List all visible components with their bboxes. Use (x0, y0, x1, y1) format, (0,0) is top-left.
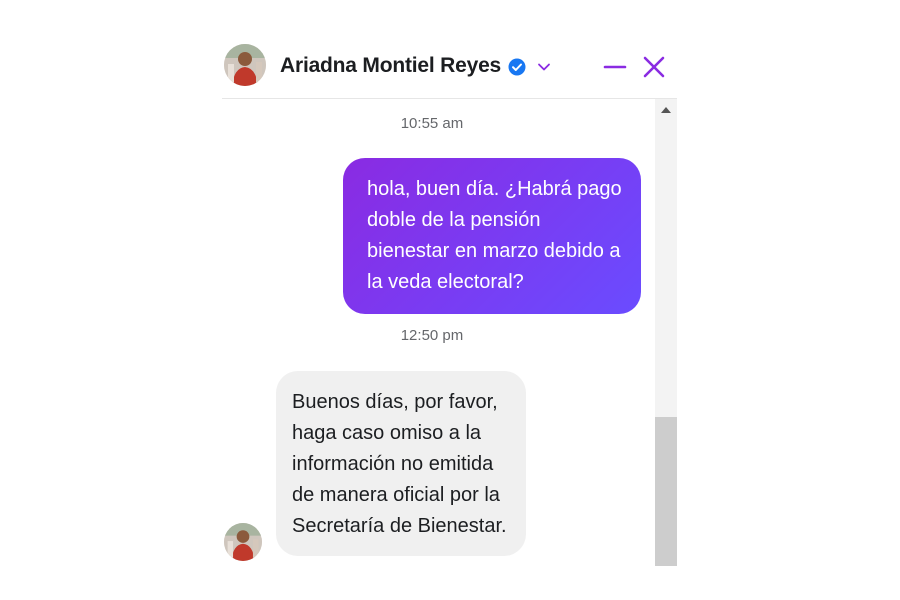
contact-avatar[interactable] (224, 44, 266, 86)
chat-header: Ariadna Montiel Reyes (222, 40, 677, 99)
close-button[interactable] (639, 52, 669, 82)
contact-name[interactable]: Ariadna Montiel Reyes (280, 54, 501, 78)
minimize-icon (603, 65, 627, 69)
chat-window: Ariadna Montiel Reyes 10:55 am hola, bue… (222, 40, 677, 566)
sender-avatar[interactable] (224, 523, 262, 561)
close-icon (643, 56, 665, 78)
outgoing-message[interactable]: hola, buen día. ¿Habrá pago doble de la … (343, 158, 641, 314)
chevron-down-icon[interactable] (536, 59, 552, 75)
incoming-message[interactable]: Buenos días, por favor, haga caso omiso … (276, 371, 526, 556)
scrollbar-thumb[interactable] (655, 417, 677, 566)
message-timestamp: 12:50 pm (400, 327, 464, 344)
caret-up-icon (661, 107, 671, 113)
verified-badge-icon (508, 58, 526, 76)
message-timestamp: 10:55 am (400, 115, 464, 132)
scroll-up-button[interactable] (655, 103, 677, 117)
scrollbar[interactable] (655, 99, 677, 566)
minimize-button[interactable] (600, 52, 630, 82)
message-list[interactable]: 10:55 am hola, buen día. ¿Habrá pago dob… (222, 99, 677, 566)
